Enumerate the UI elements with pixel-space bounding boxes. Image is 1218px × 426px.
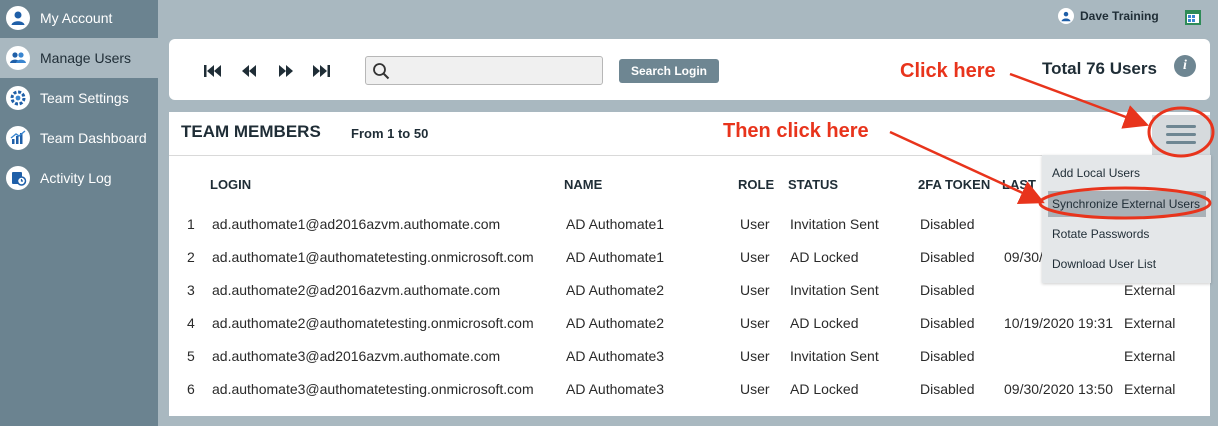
- row-number: 3: [187, 282, 195, 298]
- status-cell: AD Locked: [790, 381, 859, 397]
- 2fa-token-cell: Disabled: [920, 216, 975, 232]
- annotation-click-here: Click here: [900, 60, 996, 82]
- row-number: 1: [187, 216, 195, 232]
- sidebar-item-label: Team Settings: [40, 90, 129, 106]
- login-cell: ad.authomate1@ad2016azvm.authomate.com: [212, 216, 501, 232]
- 2fa-token-cell: Disabled: [920, 282, 975, 298]
- annotation-then-click-here: Then click here: [723, 120, 869, 142]
- column-header-name[interactable]: NAME: [564, 177, 602, 192]
- column-header-2fa-token[interactable]: 2FA TOKEN: [918, 177, 990, 192]
- page-title: TEAM MEMBERS: [181, 122, 321, 141]
- info-icon[interactable]: i: [1174, 55, 1196, 77]
- last-login-cell: 10/19/2020 19:31: [1004, 315, 1113, 331]
- menu-item-synchronize-external-users[interactable]: Synchronize External Users: [1048, 191, 1206, 217]
- search-login-button[interactable]: Search Login: [619, 59, 719, 83]
- sidebar-item-my-account[interactable]: My Account: [0, 0, 158, 38]
- type-cell: External: [1124, 348, 1176, 364]
- column-header-role[interactable]: ROLE: [738, 177, 774, 192]
- hamburger-menu-button[interactable]: [1152, 115, 1210, 155]
- name-cell: AD Authomate2: [566, 282, 665, 298]
- status-cell: Invitation Sent: [790, 216, 879, 232]
- type-cell: External: [1124, 282, 1176, 298]
- sidebar-item-manage-users[interactable]: Manage Users: [0, 38, 158, 78]
- search-field[interactable]: [365, 56, 603, 85]
- 2fa-token-cell: Disabled: [920, 348, 975, 364]
- role-cell: User: [740, 315, 770, 331]
- role-cell: User: [740, 249, 770, 265]
- users-icon: [6, 46, 30, 70]
- name-cell: AD Authomate1: [566, 216, 665, 232]
- role-cell: User: [740, 216, 770, 232]
- next-page-icon[interactable]: [275, 63, 297, 79]
- sidebar: My Account Manage Users Team Settings Te…: [0, 0, 158, 426]
- calendar-icon[interactable]: [1184, 8, 1202, 26]
- login-cell: ad.authomate1@authomatetesting.onmicroso…: [212, 249, 534, 265]
- total-users: Total 76 Users: [1042, 59, 1157, 78]
- actions-dropdown: Add Local Users Synchronize External Use…: [1042, 155, 1211, 283]
- search-input[interactable]: [394, 61, 594, 81]
- menu-item-add-local-users[interactable]: Add Local Users: [1042, 160, 1211, 186]
- sidebar-item-label: Manage Users: [40, 50, 132, 66]
- first-page-icon[interactable]: [202, 63, 224, 79]
- 2fa-token-cell: Disabled: [920, 381, 975, 397]
- previous-page-icon[interactable]: [238, 63, 260, 79]
- user-icon: [6, 6, 30, 30]
- 2fa-token-cell: Disabled: [920, 249, 975, 265]
- login-cell: ad.authomate2@authomatetesting.onmicroso…: [212, 315, 534, 331]
- name-cell: AD Authomate3: [566, 381, 665, 397]
- current-user[interactable]: Dave Training: [1058, 8, 1159, 24]
- toolbar: Search Login Total 76 Users i: [169, 39, 1210, 100]
- row-number: 5: [187, 348, 195, 364]
- chart-icon: [6, 126, 30, 150]
- menu-item-rotate-passwords[interactable]: Rotate Passwords: [1042, 221, 1211, 247]
- sidebar-item-activity-log[interactable]: Activity Log: [0, 158, 158, 198]
- user-icon: [1058, 8, 1074, 24]
- type-cell: External: [1124, 381, 1176, 397]
- 2fa-token-cell: Disabled: [920, 315, 975, 331]
- row-number: 6: [187, 381, 195, 397]
- last-login-cell: 09/30/2020 13:50: [1004, 381, 1113, 397]
- menu-icon: [1166, 125, 1196, 128]
- menu-item-download-user-list[interactable]: Download User List: [1042, 251, 1211, 277]
- status-cell: Invitation Sent: [790, 282, 879, 298]
- activity-log-icon: [6, 166, 30, 190]
- name-cell: AD Authomate2: [566, 315, 665, 331]
- name-cell: AD Authomate1: [566, 249, 665, 265]
- last-page-icon[interactable]: [310, 63, 332, 79]
- column-header-last[interactable]: LAST: [1002, 177, 1036, 192]
- search-icon: [373, 63, 390, 80]
- status-cell: AD Locked: [790, 315, 859, 331]
- row-number: 2: [187, 249, 195, 265]
- login-cell: ad.authomate3@ad2016azvm.authomate.com: [212, 348, 501, 364]
- gear-icon: [6, 86, 30, 110]
- row-number: 4: [187, 315, 195, 331]
- role-cell: User: [740, 381, 770, 397]
- last-login-cell: 09/30/: [1004, 249, 1043, 265]
- type-cell: External: [1124, 315, 1176, 331]
- login-cell: ad.authomate2@ad2016azvm.authomate.com: [212, 282, 501, 298]
- page-range: From 1 to 50: [351, 126, 429, 141]
- user-name: Dave Training: [1080, 9, 1159, 23]
- sidebar-item-team-dashboard[interactable]: Team Dashboard: [0, 118, 158, 158]
- login-cell: ad.authomate3@authomatetesting.onmicroso…: [212, 381, 534, 397]
- role-cell: User: [740, 348, 770, 364]
- sidebar-item-label: Team Dashboard: [40, 130, 147, 146]
- column-header-login[interactable]: LOGIN: [210, 177, 251, 192]
- sidebar-item-label: My Account: [40, 10, 113, 26]
- sidebar-item-team-settings[interactable]: Team Settings: [0, 78, 158, 118]
- name-cell: AD Authomate3: [566, 348, 665, 364]
- role-cell: User: [740, 282, 770, 298]
- status-cell: AD Locked: [790, 249, 859, 265]
- sidebar-item-label: Activity Log: [40, 170, 112, 186]
- column-header-status[interactable]: STATUS: [788, 177, 838, 192]
- status-cell: Invitation Sent: [790, 348, 879, 364]
